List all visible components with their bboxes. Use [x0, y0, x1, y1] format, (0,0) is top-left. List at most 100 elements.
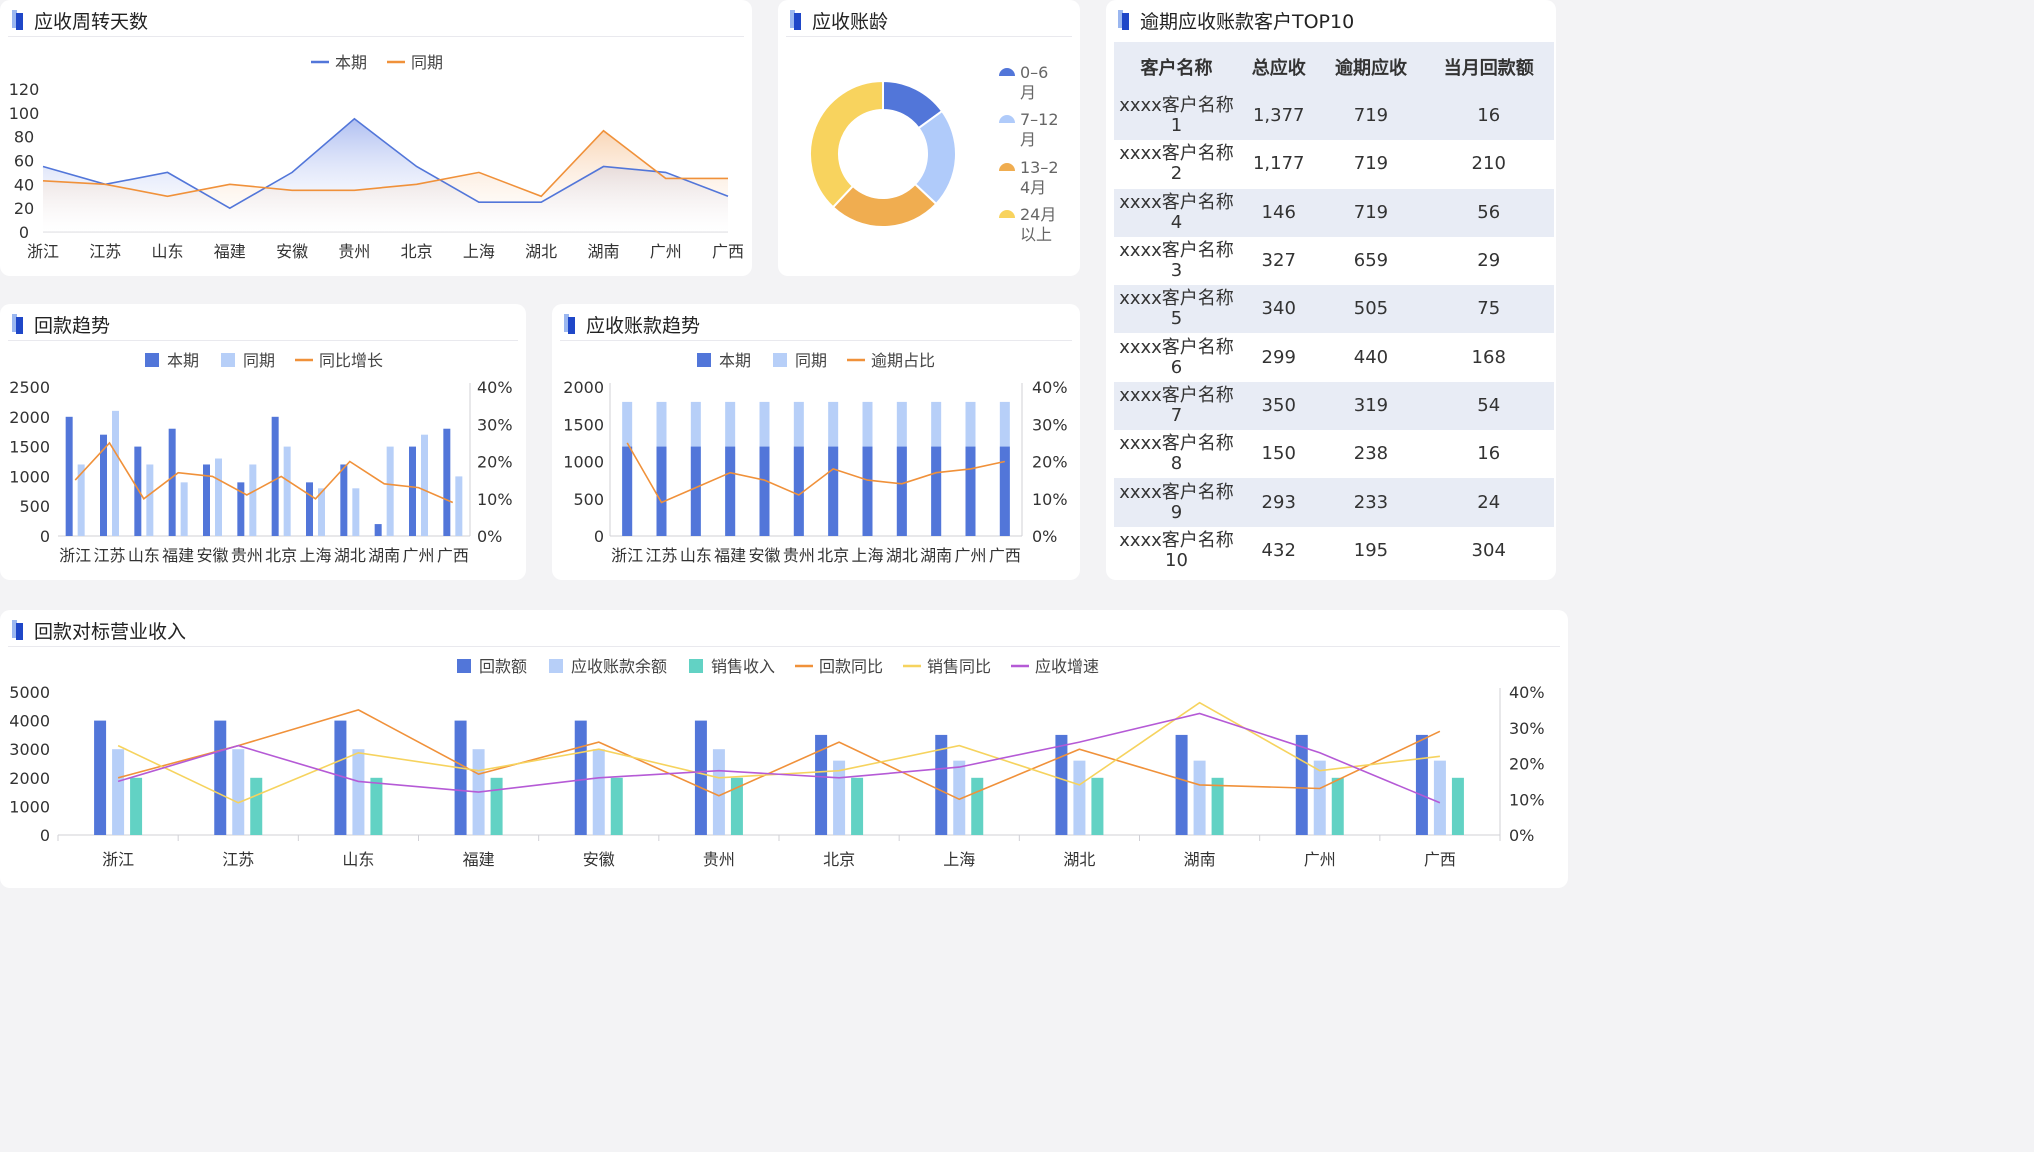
- x-tick-label: 北京: [265, 546, 297, 565]
- cell-total: 150: [1261, 443, 1296, 465]
- top10-panel: 逾期应收账款客户TOP10 客户名称 总应收 逾期应收 当月回款额 xxxx客户…: [1106, 0, 1556, 580]
- table-row[interactable]: xxxx客户名称1 1,377 719 16: [1114, 92, 1554, 141]
- legend-swatch: [549, 659, 563, 673]
- bar: [862, 446, 873, 536]
- turnover-panel: 应收周转天数 0 20 40 60 80 100 120 浙江 江苏 山东 福建 安徽 贵州 北京 上海 湖北…: [0, 0, 752, 276]
- col-header-name[interactable]: 客户名称: [1114, 42, 1239, 92]
- bar: [1433, 760, 1446, 835]
- x-tick-label: 广西: [712, 242, 744, 261]
- table-row[interactable]: xxxx客户名称9 293 233 24: [1114, 478, 1554, 527]
- x-tick-label: 山东: [152, 242, 184, 261]
- cell-customer-name: xxxx客户名称4: [1119, 191, 1234, 233]
- bar: [965, 446, 976, 536]
- bar: [443, 428, 451, 536]
- legend-swatch: [773, 353, 787, 367]
- y-tick-label-left: 3000: [9, 740, 50, 759]
- legend-label: 销售同比: [927, 657, 991, 676]
- x-tick-label: 浙江: [611, 546, 643, 565]
- table-row[interactable]: xxxx客户名称8 150 238 16: [1114, 430, 1554, 479]
- x-tick-label: 广西: [437, 546, 469, 565]
- cell-overdue: 719: [1353, 201, 1389, 223]
- table-row[interactable]: xxxx客户名称6 299 440 168: [1114, 333, 1554, 382]
- x-tick-label: 浙江: [27, 242, 59, 261]
- x-tick-label: 山东: [128, 546, 160, 565]
- table-row[interactable]: xxxx客户名称2 1,177 719 210: [1114, 140, 1554, 189]
- x-tick-label: 贵州: [338, 242, 370, 261]
- legend-label: 本期: [719, 351, 751, 370]
- table-row[interactable]: xxxx客户名称10 432 195 304: [1114, 526, 1554, 575]
- bar: [215, 458, 222, 536]
- cell-total: 146: [1261, 201, 1296, 223]
- col-header-repay[interactable]: 当月回款额: [1423, 42, 1554, 92]
- bar: [306, 482, 313, 536]
- table-row[interactable]: xxxx客户名称3 327 659 29: [1114, 236, 1554, 286]
- cell-overdue: 238: [1353, 443, 1389, 465]
- aging-panel: 应收账龄 0–6 月 7–12 月 13–2 4月 24月以上: [778, 0, 1080, 276]
- bar: [1331, 777, 1344, 835]
- cell-customer-name: xxxx客户名称5: [1119, 288, 1234, 330]
- legend-label: 销售收入: [711, 657, 775, 676]
- turnover-chart: 0 20 40 60 80 100 120 浙江 江苏 山东 福建 安徽 贵州 北京 上海 湖北 湖南 广州 广西 本…: [9, 53, 744, 261]
- x-tick-label: 广西: [989, 546, 1021, 565]
- y-tick-label-left: 1500: [9, 438, 50, 457]
- bar: [1415, 734, 1428, 835]
- bar: [1055, 734, 1068, 835]
- bar: [94, 720, 107, 835]
- x-tick-label: 江苏: [89, 242, 121, 261]
- legend-label-line: 月: [1020, 130, 1036, 149]
- table-row[interactable]: xxxx客户名称5 340 505 75: [1114, 285, 1554, 334]
- cell-total: 432: [1261, 539, 1296, 561]
- y-tick-label-left: 2000: [9, 769, 50, 788]
- cell-repay: 54: [1477, 394, 1501, 416]
- table-header-row: 客户名称 总应收 逾期应收 当月回款额: [1114, 42, 1554, 92]
- legend-label: 7–12 月: [1020, 110, 1059, 149]
- legend-label: 同期: [411, 53, 443, 72]
- x-tick-label: 山东: [680, 546, 712, 565]
- x-tick-label: 广州: [650, 242, 682, 261]
- repay-panel: 回款趋势 0 500 1000 1500 2000 2500 0% 10% 20% 30% 40% 浙…: [0, 304, 526, 580]
- table-row[interactable]: xxxx客户名称4 146 719 56: [1114, 188, 1554, 237]
- top10-title: 逾期应收账款客户TOP10: [1118, 8, 1354, 33]
- legend-label: 0–6 月: [1020, 63, 1048, 102]
- donut-slice: [809, 79, 884, 209]
- cell-customer-name: xxxx客户名称6: [1119, 336, 1234, 378]
- y-tick-label: 120: [9, 80, 40, 99]
- bar: [1193, 760, 1206, 835]
- cell-repay: 168: [1471, 346, 1506, 368]
- col-header-total[interactable]: 总应收: [1239, 42, 1318, 92]
- y-tick-label-right: 40%: [1032, 378, 1068, 397]
- bar: [656, 446, 667, 536]
- x-tick-label: 湖南: [920, 546, 952, 565]
- bar: [622, 446, 633, 536]
- cell-customer-name: xxxx客户名称3: [1119, 240, 1234, 282]
- bench-chart: 0 1000 2000 3000 4000 5000 0% 10% 20% 30% 40% 浙江 江苏 山…: [9, 657, 1544, 869]
- cell-overdue: 195: [1353, 539, 1389, 561]
- x-tick-label: 湖南: [368, 546, 400, 565]
- legend-label: 同期: [243, 351, 275, 370]
- y-tick-label-right: 0%: [1032, 527, 1057, 546]
- table-row[interactable]: xxxx客户名称7 350 319 54: [1114, 381, 1554, 431]
- cell-overdue: 319: [1353, 394, 1389, 416]
- x-tick-label: 浙江: [102, 850, 134, 869]
- cell-total: 1,377: [1252, 105, 1305, 127]
- top10-table: 客户名称 总应收 逾期应收 当月回款额 xxxx客户名称1 1,377 719 16 x…: [1114, 42, 1554, 575]
- legend-swatch: [457, 659, 471, 673]
- y-tick-label-left: 2000: [563, 378, 604, 397]
- legend-swatch: [145, 353, 159, 367]
- bar: [1313, 760, 1326, 835]
- bar: [610, 777, 623, 835]
- y-tick-label: 40: [14, 175, 34, 194]
- x-tick-label: 江苏: [222, 850, 254, 869]
- panel-title-icon: [1118, 10, 1130, 30]
- bar: [421, 434, 428, 536]
- bar: [971, 777, 984, 835]
- bar: [352, 749, 365, 835]
- bar: [694, 720, 707, 835]
- col-header-overdue[interactable]: 逾期应收: [1318, 42, 1423, 92]
- cell-repay: 24: [1477, 491, 1501, 513]
- x-tick-label: 福建: [714, 546, 746, 565]
- x-tick-label: 北京: [401, 242, 433, 261]
- legend-swatch: [999, 210, 1015, 218]
- bar: [232, 749, 245, 835]
- legend-label: 回款同比: [819, 657, 883, 676]
